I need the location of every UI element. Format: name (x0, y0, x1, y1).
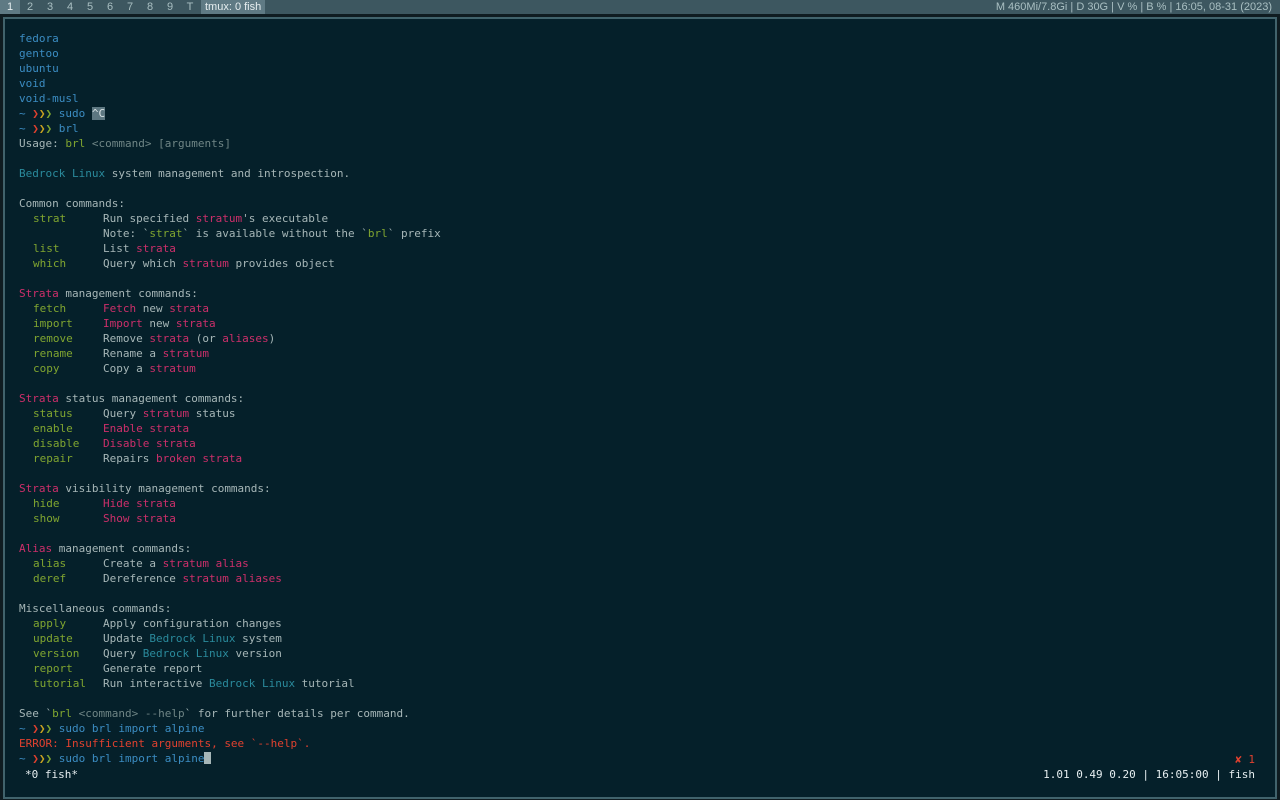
input-prompt-line[interactable]: ~ ❯❯❯ sudo brl import alpine (19, 751, 212, 766)
command-row: report Generate report (33, 662, 203, 675)
error-status-indicator: ✘ 1 (1235, 753, 1255, 766)
prompt-arrows: ❯❯❯ (32, 722, 53, 735)
error-line: ERROR: Insufficient arguments, see `--he… (19, 737, 311, 750)
command-row: which Query which stratum provides object (33, 257, 335, 270)
help-hint-line: See `brl <command> --help` for further d… (19, 707, 410, 720)
section-header: Strata status management commands: (19, 392, 245, 405)
workspace-5[interactable]: 5 (80, 0, 100, 14)
section-header: Miscellaneous commands: (19, 602, 172, 615)
workspace-2[interactable]: 2 (20, 0, 40, 14)
workspace-3[interactable]: 3 (40, 0, 60, 14)
command-row: copy Copy a stratum (33, 362, 196, 375)
command-row: tutorial Run interactive Bedrock Linux tu… (33, 677, 355, 690)
section-header: Strata management commands: (19, 287, 198, 300)
prompt-line: ~ ❯❯❯ sudo ^C (19, 106, 106, 121)
output-line: gentoo (19, 47, 59, 60)
prompt-arrows: ❯❯❯ (32, 107, 53, 120)
prompt-arrows: ❯❯❯ (32, 752, 53, 765)
prompt-tilde: ~ (19, 122, 26, 135)
prompt-tilde: ~ (19, 107, 26, 120)
workspace-7[interactable]: 7 (120, 0, 140, 14)
command-row: hide Hide strata (33, 497, 176, 510)
command-row: status Query stratum status (33, 407, 236, 420)
workspace-t[interactable]: T (180, 0, 200, 14)
workspace-9[interactable]: 9 (160, 0, 180, 14)
command: sudo (58, 107, 86, 120)
command: brl (58, 122, 79, 135)
section-header: Alias management commands: (19, 542, 192, 555)
text-cursor (204, 752, 212, 764)
terminal-window[interactable]: fedora gentoo ubuntu void void-musl ~ ❯❯… (3, 17, 1277, 799)
command-row: disable Disable strata (33, 437, 196, 450)
tmux-window-list[interactable]: *0 fish* (25, 767, 78, 782)
note-line: Note: `strat` is available without the `… (103, 227, 441, 240)
section-header: Common commands: (19, 197, 125, 210)
usage-line: Usage: brl <command> [arguments] (19, 137, 231, 150)
window-title: tmux: 0 fish (201, 0, 266, 14)
top-status-bar: 1 2 3 4 5 6 7 8 9 T tmux: 0 fish M 460Mi… (0, 0, 1280, 14)
command-row: import Import new strata (33, 317, 216, 330)
command-row: rename Rename a stratum (33, 347, 209, 360)
command-row: deref Dereference stratum aliases (33, 572, 282, 585)
workspace-8[interactable]: 8 (140, 0, 160, 14)
command-row: enable Enable strata (33, 422, 190, 435)
command-row: list List strata (33, 242, 176, 255)
command-row: show Show strata (33, 512, 176, 525)
workspace-4[interactable]: 4 (60, 0, 80, 14)
command-row: remove Remove strata (or aliases) (33, 332, 276, 345)
output-line: ubuntu (19, 62, 59, 75)
prompt-line: ~ ❯❯❯ brl (19, 121, 79, 136)
description-line: Bedrock Linux system management and intr… (19, 167, 351, 180)
command-row: repair Repairs broken strata (33, 452, 243, 465)
ctrl-c: ^C (91, 107, 106, 120)
output-line: fedora (19, 32, 59, 45)
command-row: apply Apply configuration changes (33, 617, 282, 630)
prompt-line: ~ ❯❯❯ sudo brl import alpine (19, 722, 205, 735)
command-row: strat Run specified stratum's executable (33, 212, 329, 225)
command-row: update Update Bedrock Linux system (33, 632, 282, 645)
workspace-1[interactable]: 1 (0, 0, 20, 14)
command-input[interactable]: sudo brl import alpine (59, 752, 205, 765)
system-status: M 460Mi/7.8Gi | D 30G | V % | B % | 16:0… (995, 1, 1272, 13)
section-header: Strata visibility management commands: (19, 482, 271, 495)
command-row: fetch Fetch new strata (33, 302, 209, 315)
tmux-status-right: 1.01 0.49 0.20 | 16:05:00 | fish (1043, 768, 1255, 781)
output-line: void-musl (19, 92, 79, 105)
prompt-arrows: ❯❯❯ (32, 122, 53, 135)
command-row: version Query Bedrock Linux version (33, 647, 282, 660)
output-line: void (19, 77, 46, 90)
workspace-6[interactable]: 6 (100, 0, 120, 14)
command-row: alias Create a stratum alias (33, 557, 249, 570)
